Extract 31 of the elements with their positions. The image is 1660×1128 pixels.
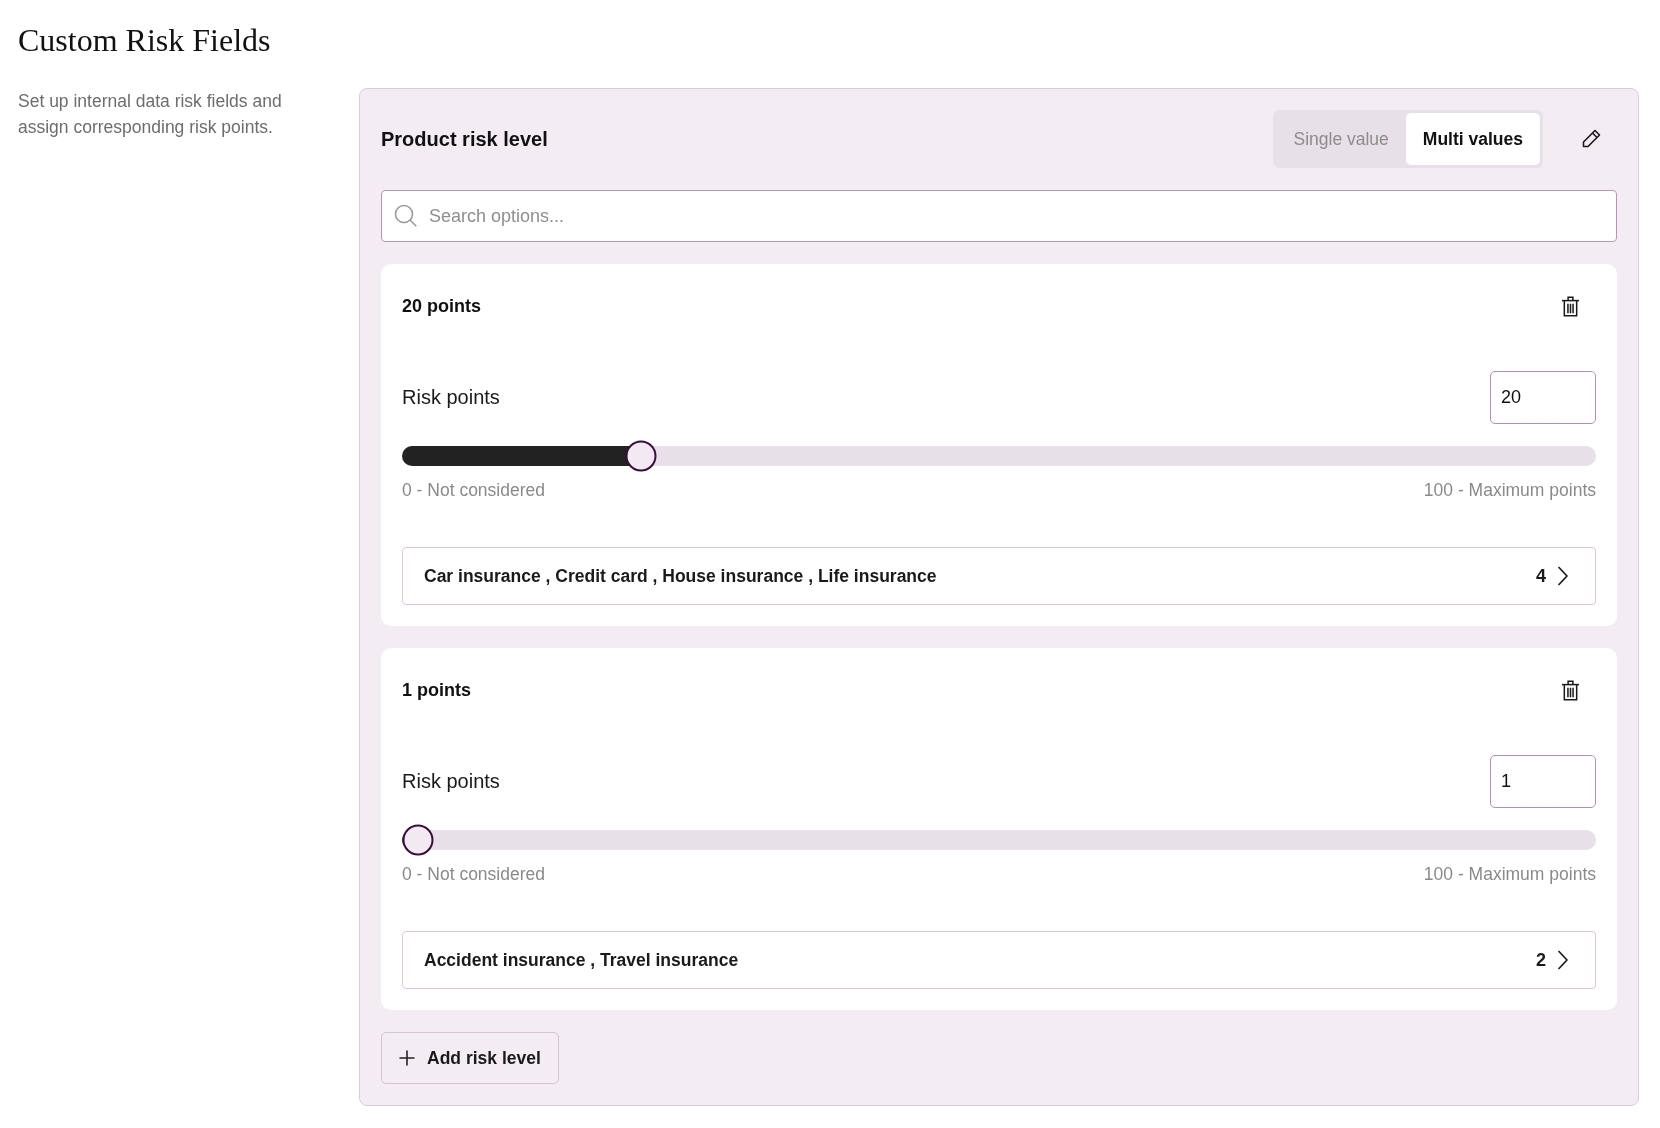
risk-points-label: Risk points: [402, 770, 500, 793]
chevron-icon: [1557, 566, 1569, 586]
points-input[interactable]: 20: [1490, 371, 1596, 424]
max-label: 100 - Maximum points: [1423, 863, 1596, 886]
chevron-icon: [1557, 950, 1569, 970]
pencil-icon[interactable]: [1581, 129, 1601, 149]
risk-level-heading: 1 points: [402, 679, 471, 701]
points-input[interactable]: 1: [1490, 755, 1596, 808]
trash-icon[interactable]: [1561, 679, 1580, 701]
min-label: 0 - Not considered: [402, 863, 545, 886]
risk-level-heading: 20 points: [402, 295, 481, 317]
slider-thumb[interactable]: [625, 440, 657, 472]
plus-icon: [399, 1050, 415, 1066]
trash-icon[interactable]: [1561, 295, 1580, 317]
page-title: Custom Risk Fields: [18, 22, 271, 58]
options-row[interactable]: Car insurance , Credit card , House insurance , Life insurance 4: [402, 547, 1596, 605]
min-label: 0 - Not considered: [402, 479, 545, 502]
options-summary: Car insurance , Credit card , House insurance , Life insurance: [424, 565, 937, 587]
slider-thumb[interactable]: [402, 824, 433, 856]
page-description: Set up internal data risk fields and assign corresponding risk points.: [18, 90, 283, 139]
options-row[interactable]: Accident insurance , Travel insurance 2: [402, 931, 1596, 989]
options-count: 4: [1536, 565, 1546, 587]
max-label: 100 - Maximum points: [1423, 479, 1596, 502]
options-count: 2: [1536, 949, 1546, 971]
risk-points-label: Risk points: [402, 386, 500, 409]
options-summary: Accident insurance , Travel insurance: [424, 949, 739, 971]
value-mode-tab[interactable]: Multi values: [1405, 113, 1540, 165]
search-icon: [394, 204, 417, 227]
search-field[interactable]: Search options...: [381, 190, 1617, 242]
add-risk-level-button[interactable]: Add risk level: [381, 1032, 559, 1084]
field-title: Product risk level: [381, 127, 548, 151]
